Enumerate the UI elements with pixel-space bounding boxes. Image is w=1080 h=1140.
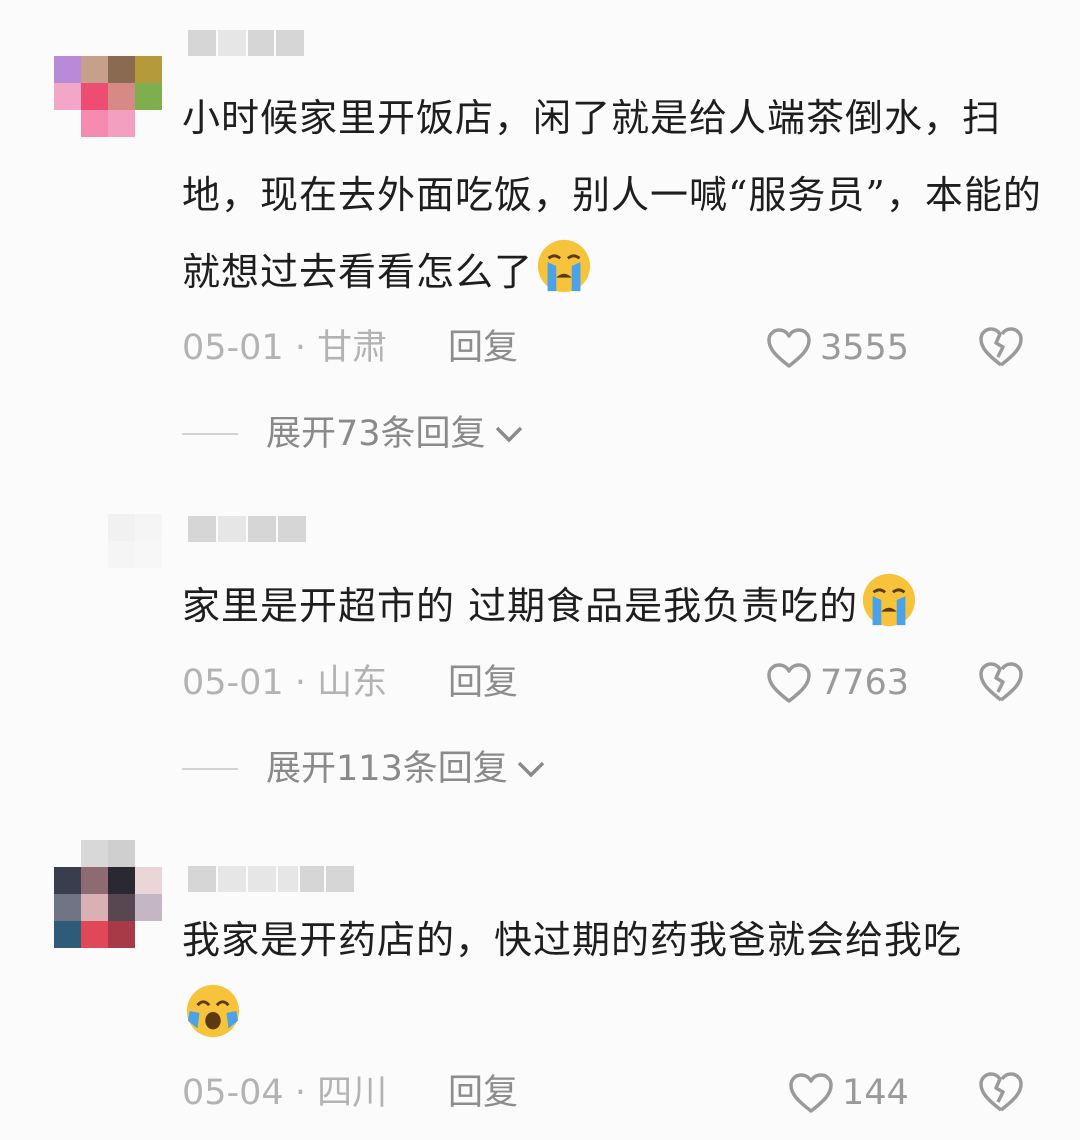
reply-button[interactable]: 回复 [448, 1068, 518, 1118]
like-button[interactable]: 7763 [766, 658, 909, 708]
heart-icon [767, 663, 811, 703]
like-button[interactable]: 3555 [766, 323, 909, 373]
avatar[interactable] [54, 840, 162, 948]
avatar[interactable] [108, 514, 162, 568]
expand-label: 展开113条回复 [266, 749, 508, 789]
like-count: 7763 [820, 663, 910, 703]
date-location: 05-04 · 四川 [182, 1073, 388, 1113]
comment-text: 我家是开药店的，快过期的药我爸就会给我吃 [182, 902, 1002, 1056]
username[interactable] [188, 516, 306, 542]
date-location: 05-01 · 山东 [182, 663, 388, 703]
comment-text: 小时候家里开饭店，闲了就是给人端茶倒水，扫地，现在去外面吃饭，别人一喊“服务员”… [182, 80, 1042, 311]
face-with-tears-of-joy-icon [186, 984, 240, 1038]
comment-meta: 05-04 · 四川 回复 144 [182, 1068, 1080, 1118]
divider [182, 433, 238, 435]
heart-icon [767, 328, 811, 368]
broken-heart-icon[interactable] [978, 325, 1024, 369]
avatar[interactable] [54, 56, 162, 137]
reply-button[interactable]: 回复 [448, 658, 518, 708]
expand-replies[interactable]: 展开113条回复 [182, 744, 546, 794]
reply-button[interactable]: 回复 [448, 323, 518, 373]
comment-body: 家里是开超市的 过期食品是我负责吃的 [182, 584, 859, 628]
broken-heart-icon[interactable] [978, 1070, 1024, 1114]
chevron-down-icon [495, 426, 522, 443]
comment-body: 我家是开药店的，快过期的药我爸就会给我吃 [182, 918, 963, 962]
broken-heart-icon[interactable] [978, 660, 1024, 704]
username[interactable] [188, 866, 354, 892]
like-count: 144 [842, 1073, 909, 1113]
like-button[interactable]: 144 [788, 1068, 909, 1118]
loudly-crying-face-icon [537, 239, 591, 293]
like-count: 3555 [820, 328, 910, 368]
divider [182, 768, 238, 770]
heart-icon [789, 1073, 833, 1113]
expand-replies[interactable]: 展开73条回复 [182, 409, 524, 459]
comment-text: 家里是开超市的 过期食品是我负责吃的 [182, 568, 1042, 645]
chevron-down-icon [517, 761, 545, 778]
comment-meta: 05-01 · 山东 回复 7763 [182, 658, 1080, 708]
loudly-crying-face-icon [862, 573, 916, 627]
expand-label: 展开73条回复 [266, 414, 486, 454]
username[interactable] [188, 30, 304, 56]
comment-meta: 05-01 · 甘肃 回复 3555 [182, 323, 1080, 373]
comment-body: 小时候家里开饭店，闲了就是给人端茶倒水，扫地，现在去外面吃饭，别人一喊“服务员”… [182, 96, 1042, 294]
date-location: 05-01 · 甘肃 [182, 328, 388, 368]
